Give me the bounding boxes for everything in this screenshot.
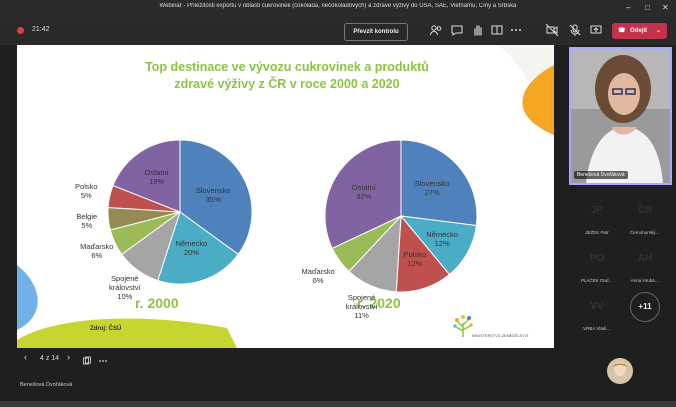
chevron-down-icon: ⌄ <box>656 28 662 34</box>
pie-label-maďarsko: Maďarsko 6% <box>301 267 335 286</box>
speaker-video-frame <box>571 49 670 183</box>
more-participants-button[interactable]: +11 <box>630 292 660 322</box>
mic-off-icon[interactable] <box>568 23 582 37</box>
prev-slide-button[interactable]: ‹ <box>24 352 27 362</box>
participant-initials: ČR <box>637 205 653 216</box>
pie-label-maďarsko: Maďarsko 6% <box>80 242 114 261</box>
participant-initials: AH <box>637 253 653 264</box>
participant-name-2: Černohorský… <box>629 230 660 235</box>
source-label: Zdroj: ČSÚ <box>90 326 122 332</box>
year-2000-label: r. 2000 <box>135 295 179 311</box>
participant-avatar-5[interactable]: VV <box>582 292 612 322</box>
pie-2020 <box>324 139 478 293</box>
shared-slide: Top destinace ve vývozu cukrovinek a pro… <box>17 45 554 348</box>
close-button[interactable]: ✕ <box>662 2 669 14</box>
pie-label-polsko: Polsko 12% <box>403 250 427 269</box>
participant-name-5: VRBA Vladi… <box>583 326 611 331</box>
pie-2000 <box>107 139 253 285</box>
pie-label-slovensko: Slovensko 27% <box>414 179 450 198</box>
active-speaker-video[interactable]: Benešová Dvořáková <box>569 47 672 185</box>
ministry-label: MINISTERSTVO ZEMĚDĚLSTVÍ <box>472 334 529 338</box>
pie-label-spojené-království: Spojené království 11% <box>345 293 378 321</box>
recording-icon <box>17 27 24 34</box>
taskbar <box>0 401 676 407</box>
chat-icon[interactable] <box>450 23 464 37</box>
pie-label-polsko: Polsko 5% <box>75 182 98 201</box>
window-title: Webinář - Příležitosti exportu v oblasti… <box>159 3 517 9</box>
participant-avatar-1[interactable]: JP <box>582 196 612 226</box>
meeting-timer: 21:42 <box>32 26 50 33</box>
pie-label-německo: Německo 12% <box>426 229 458 248</box>
slide-counter: 4 z 14 <box>40 355 60 362</box>
meeting-toolbar: 21:42 Převzít kontrolu ☎ Odejít ⌄ <box>0 17 676 45</box>
pie-chart-2000 <box>107 139 478 293</box>
more-participants-count: +11 <box>638 302 652 311</box>
participant-avatar-2[interactable]: ČR <box>630 196 660 226</box>
pie-label-belgie: Belgie 5% <box>76 211 98 230</box>
presenter-name: Benešová Dvořáková <box>20 382 73 388</box>
participant-avatar-3[interactable]: PO <box>582 244 612 274</box>
more-options-icon[interactable] <box>98 356 108 366</box>
window-titlebar: Webinář - Příležitosti exportu v oblasti… <box>0 0 676 17</box>
people-icon[interactable] <box>429 23 443 37</box>
minimize-button[interactable]: – <box>626 2 630 14</box>
share-screen-icon[interactable] <box>589 23 603 37</box>
leave-button[interactable]: ☎ Odejít ⌄ <box>612 23 667 39</box>
participant-initials: JP <box>590 205 604 216</box>
more-icon[interactable] <box>509 23 523 37</box>
ministry-logo-icon <box>453 315 473 337</box>
next-slide-button[interactable]: › <box>67 352 70 362</box>
participant-initials: PO <box>589 253 605 264</box>
pie-label-slovensko: Slovensko 35% <box>195 186 231 204</box>
participant-initials: VV <box>590 301 604 312</box>
view-icon[interactable] <box>490 23 504 37</box>
pie-label-ostatní: Ostatní 32% <box>351 183 376 202</box>
pie-label-spojené-království: Spojené království 10% <box>108 274 141 302</box>
raise-hand-icon[interactable] <box>471 23 485 37</box>
participant-name-1: JEŽEK Petr <box>585 230 609 235</box>
participant-avatar-4[interactable]: AH <box>630 244 660 274</box>
sync-icon[interactable] <box>82 356 92 366</box>
self-view-avatar[interactable] <box>607 358 633 384</box>
pie-label-ostatní: Ostatní 19% <box>144 168 169 187</box>
maximize-button[interactable]: □ <box>645 2 650 14</box>
participant-name-3: PLAČEK Ond… <box>580 278 613 283</box>
leave-label: Odejít <box>630 28 648 34</box>
camera-off-icon[interactable] <box>545 23 559 37</box>
phone-icon: ☎ <box>618 28 626 34</box>
pie-label-německo: Německo 20% <box>175 238 208 257</box>
participant-name-4: Anna Hrubá… <box>630 278 660 283</box>
take-control-button[interactable]: Převzít kontrolu <box>344 23 408 41</box>
speaker-name-label: Benešová Dvořáková <box>574 171 628 179</box>
